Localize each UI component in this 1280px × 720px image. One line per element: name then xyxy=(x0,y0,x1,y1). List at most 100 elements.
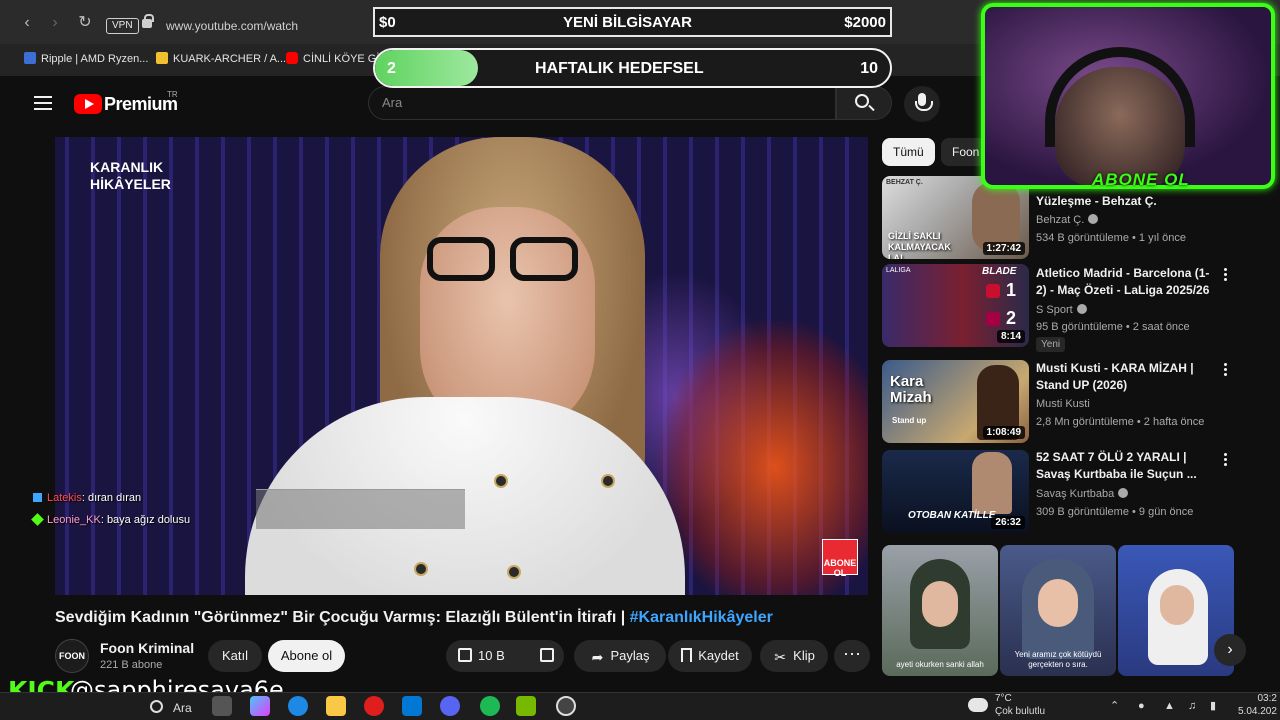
shorts-next-button[interactable]: › xyxy=(1214,634,1246,666)
face-thumbnail xyxy=(922,581,958,627)
search-placeholder: Ara xyxy=(382,95,403,110)
thumbs-up-icon xyxy=(458,648,472,662)
edge-icon[interactable] xyxy=(288,696,308,716)
video-thumbnail[interactable]: OTOBAN KATİLLE 26:32 xyxy=(882,450,1029,533)
video-menu-icon[interactable] xyxy=(1224,268,1228,282)
bookmark-icon xyxy=(156,52,168,64)
channel-name[interactable]: Foon Kriminal xyxy=(100,640,194,656)
clip-button[interactable]: ✂ Klip xyxy=(760,640,828,672)
short-thumbnail[interactable]: Yeni aramız çok kötüydü gerçekten o sıra… xyxy=(1000,545,1116,676)
address-bar[interactable]: www.youtube.com/watch xyxy=(166,19,298,33)
goal-bar-weekly: 2 HAFTALIK HEDEFSEL 10 xyxy=(373,48,892,88)
video-title-link[interactable]: 52 SAAT 7 ÖLÜ 2 YARALI | Savaş Kurtbaba … xyxy=(1036,449,1216,483)
video-title: Sevdiğim Kadının "Görünmez" Bir Çocuğu V… xyxy=(55,609,773,626)
video-channel[interactable]: Savaş Kurtbaba xyxy=(1036,488,1129,500)
taskbar-search[interactable]: Ara xyxy=(150,700,192,715)
file-explorer-icon[interactable] xyxy=(326,696,346,716)
video-channel[interactable]: S Sport xyxy=(1036,304,1087,316)
share-button[interactable]: ➦ Paylaş xyxy=(574,640,666,672)
battery-icon[interactable]: ▮ xyxy=(1210,700,1222,712)
video-title-link[interactable]: Atletico Madrid - Barcelona (1-2) - Maç … xyxy=(1036,265,1216,299)
chevron-up-icon[interactable]: ⌃ xyxy=(1110,700,1122,712)
subscribe-button[interactable]: Abone ol xyxy=(268,640,345,672)
face-thumbnail xyxy=(1160,585,1194,625)
spotify-icon[interactable] xyxy=(480,696,500,716)
youtube-icon xyxy=(286,52,298,64)
scissors-icon: ✂ xyxy=(774,649,787,665)
jacket-button xyxy=(507,565,521,579)
chat-badge-icon xyxy=(33,493,42,502)
show-logo: KARANLIK HİKÂYELER xyxy=(90,159,171,192)
forward-icon[interactable]: › xyxy=(46,14,64,32)
subscribe-overlay-text: ABONE OL xyxy=(1092,170,1190,189)
chat-badge-icon xyxy=(31,513,44,526)
goal-title: YENİ BİLGİSAYAR xyxy=(563,14,692,31)
channel-watermark[interactable]: ABONE OL xyxy=(822,539,858,578)
wifi-icon[interactable]: ▲ xyxy=(1164,700,1176,712)
bookmark-icon xyxy=(681,648,693,662)
nvidia-icon[interactable] xyxy=(516,696,536,716)
volume-icon[interactable]: ♫ xyxy=(1188,700,1200,712)
video-channel[interactable]: Behzat Ç. xyxy=(1036,214,1099,226)
video-menu-icon[interactable] xyxy=(1224,363,1228,377)
obs-icon[interactable] xyxy=(556,696,576,716)
vpn-badge[interactable]: VPN xyxy=(106,18,139,34)
more-actions-button[interactable]: ⋯ xyxy=(834,640,870,672)
video-channel[interactable]: Musti Kusti xyxy=(1036,398,1090,410)
bookmark-item[interactable]: CİNLİ KÖYE GİR xyxy=(286,52,387,65)
thumbs-down-icon xyxy=(540,648,554,662)
discord-icon[interactable] xyxy=(440,696,460,716)
subscriber-count: 221 B abone xyxy=(100,659,163,671)
bookmark-icon xyxy=(24,52,36,64)
dislike-button[interactable] xyxy=(530,640,564,672)
jacket-button xyxy=(414,562,428,576)
video-menu-icon[interactable] xyxy=(1224,453,1228,467)
weather-icon xyxy=(968,698,988,712)
video-duration: 1:27:42 xyxy=(982,242,1025,255)
chat-overlay-box xyxy=(256,489,465,529)
video-title-link[interactable]: Yüzleşme - Behzat Ç. xyxy=(1036,193,1216,210)
video-meta: 534 B görüntüleme • 1 yıl önce xyxy=(1036,232,1186,244)
taskbar xyxy=(0,692,1280,720)
search-input[interactable] xyxy=(368,86,836,120)
menu-icon[interactable] xyxy=(34,96,52,110)
video-title-link[interactable]: Musti Kusti - KARA MİZAH | Stand UP (202… xyxy=(1036,360,1216,394)
reload-icon[interactable]: ↻ xyxy=(76,14,94,32)
copilot-icon[interactable] xyxy=(250,696,270,716)
join-button[interactable]: Katıl xyxy=(208,640,262,672)
person-thumbnail xyxy=(972,452,1012,514)
bookmark-item[interactable]: KUARK-ARCHER / A... xyxy=(156,52,286,65)
glasses xyxy=(510,237,578,281)
glasses xyxy=(427,237,495,281)
save-button[interactable]: Kaydet xyxy=(668,640,752,672)
bookmark-item[interactable]: Ripple | AMD Ryzen... xyxy=(24,52,148,65)
video-meta: 2,8 Mn görüntüleme • 2 hafta önce xyxy=(1036,416,1205,428)
verified-icon xyxy=(1118,488,1129,498)
chat-message: Latekis: dıran dıran xyxy=(33,492,141,504)
headset-icon xyxy=(1045,47,1195,147)
search-icon xyxy=(855,94,869,108)
task-view-icon[interactable] xyxy=(212,696,232,716)
goal-title: HAFTALIK HEDEFSEL xyxy=(535,60,704,77)
mail-icon[interactable] xyxy=(402,696,422,716)
microphone-tray-icon[interactable]: ● xyxy=(1138,700,1150,712)
back-icon[interactable]: ‹ xyxy=(18,14,36,32)
taskbar-clock[interactable]: 03:2 5.04.202 xyxy=(1238,692,1277,718)
weather-widget[interactable]: 7°C Çok bulutlu xyxy=(995,692,1045,718)
verified-icon xyxy=(1076,304,1087,314)
video-meta: 309 B görüntüleme • 9 gün önce xyxy=(1036,506,1194,518)
goal-current: 2 xyxy=(387,60,396,77)
chip-all[interactable]: Tümü xyxy=(882,138,935,166)
short-thumbnail[interactable]: ayeti okurken sanki allah xyxy=(882,545,998,676)
youtube-logo-icon[interactable] xyxy=(74,94,102,114)
goal-target: 10 xyxy=(860,60,878,77)
video-thumbnail[interactable]: Kara Mizah Stand up 1:08:49 xyxy=(882,360,1029,443)
hashtag-link[interactable]: #KaranlıkHikâyeler xyxy=(630,609,773,626)
video-duration: 26:32 xyxy=(991,516,1025,529)
channel-avatar[interactable]: FOON xyxy=(55,639,89,673)
webcam-overlay xyxy=(981,3,1275,189)
verified-icon xyxy=(1088,214,1099,224)
video-thumbnail[interactable]: LALIGA BLADE 1 2 8:14 xyxy=(882,264,1029,347)
opera-icon[interactable] xyxy=(364,696,384,716)
share-icon: ➦ xyxy=(591,649,604,665)
